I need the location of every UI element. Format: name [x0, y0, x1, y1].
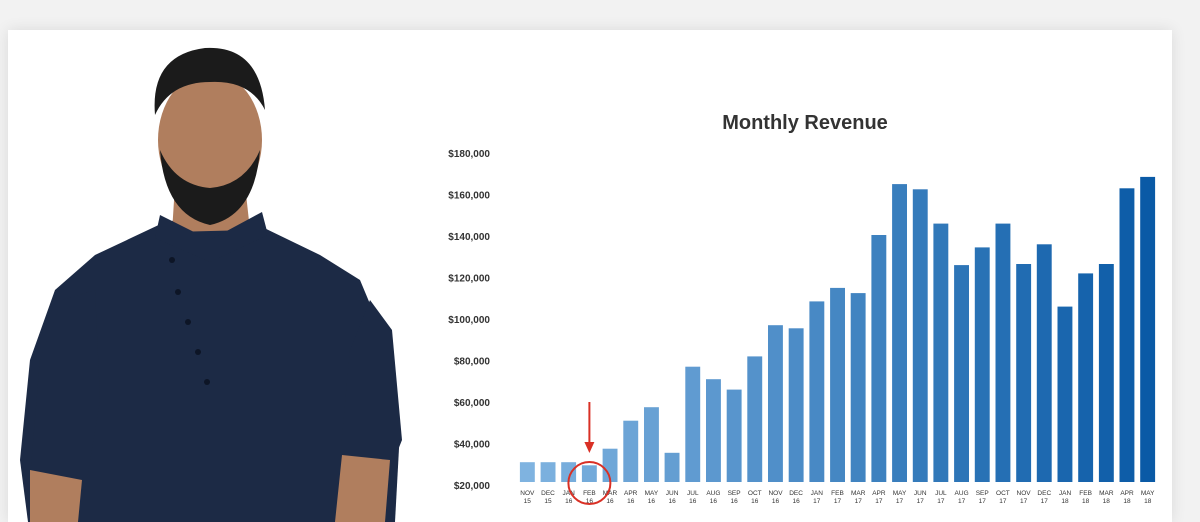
x-tick-label-month: APR [1120, 490, 1134, 497]
y-tick-label: $60,000 [454, 398, 491, 409]
bar [974, 247, 990, 482]
x-tick-label-month: FEB [1079, 490, 1092, 497]
x-tick-label-month: NOV [520, 490, 535, 497]
x-tick-label-year: 16 [792, 498, 800, 505]
bar [1016, 264, 1032, 482]
x-tick-label-year: 16 [606, 498, 614, 505]
x-tick-label-year: 18 [1061, 498, 1069, 505]
bar [809, 301, 825, 482]
x-tick-label-month: MAY [645, 490, 659, 497]
x-tick-label-year: 16 [772, 498, 780, 505]
bar [581, 465, 597, 482]
x-tick-label-month: JUN [914, 490, 927, 497]
x-tick-label-month: FEB [583, 490, 596, 497]
bar [664, 452, 680, 482]
bar [706, 379, 721, 482]
x-tick-label-year: 18 [1144, 498, 1152, 505]
x-tick-label-year: 18 [1123, 498, 1131, 505]
x-tick-label-year: 17 [834, 498, 842, 505]
bar [1119, 188, 1135, 483]
x-tick-label-month: AUG [706, 490, 720, 497]
x-tick-label-month: AUG [955, 490, 969, 497]
bar [644, 407, 659, 482]
x-tick-label-month: OCT [996, 490, 1010, 497]
x-tick-label-year: 17 [937, 498, 945, 505]
y-tick-label: $140,000 [448, 232, 490, 243]
x-tick-label-year: 18 [1103, 498, 1111, 505]
x-tick-label-month: JUL [687, 490, 699, 497]
x-tick-label-month: SEP [728, 490, 741, 497]
bar [871, 235, 887, 482]
x-tick-label-month: NOV [768, 490, 783, 497]
annotation-arrow-head [584, 442, 595, 453]
y-tick-label: $100,000 [448, 315, 490, 326]
bar [1057, 306, 1073, 482]
x-tick-label-year: 16 [751, 498, 759, 505]
bar [768, 325, 783, 482]
x-tick-label-year: 17 [855, 498, 863, 505]
bar [1140, 176, 1156, 482]
y-tick-label: $160,000 [448, 191, 490, 202]
y-tick-label: $80,000 [454, 357, 491, 368]
x-tick-label-month: JUN [666, 490, 679, 497]
x-tick-label-year: 17 [999, 498, 1007, 505]
x-tick-label-month: MAY [893, 490, 907, 497]
bar [850, 293, 866, 482]
x-tick-label-month: DEC [789, 490, 803, 497]
x-tick-label-month: SEP [976, 490, 989, 497]
bar [788, 328, 804, 482]
x-tick-label-month: JUL [935, 490, 947, 497]
bar-chart: $20,000 $40,000 $60,000 $80,000 $100,000 $120… [448, 149, 1156, 505]
x-tick-label-month: DEC [1037, 490, 1051, 497]
bar [540, 462, 556, 482]
x-tick-label-year: 17 [1041, 498, 1049, 505]
y-tick-label: $120,000 [448, 274, 490, 285]
y-tick-label: $20,000 [454, 481, 491, 492]
bar [912, 189, 928, 483]
x-tick-label-year: 17 [1020, 498, 1028, 505]
bar [726, 389, 742, 482]
x-tick-label-year: 15 [544, 498, 552, 505]
x-tick-label-month: OCT [748, 490, 762, 497]
x-tick-label-year: 16 [730, 498, 738, 505]
bar [519, 462, 535, 482]
bar [1098, 264, 1114, 482]
x-tick-label-month: NOV [1017, 490, 1032, 497]
bar [623, 420, 639, 482]
bar [830, 287, 845, 482]
x-tick-label-month: APR [872, 490, 886, 497]
x-tick-label-month: JAN [1059, 490, 1072, 497]
bar [995, 223, 1011, 482]
bar [892, 184, 907, 482]
x-tick-label-month: APR [624, 490, 638, 497]
x-tick-label-year: 16 [689, 498, 697, 505]
y-tick-label: $180,000 [448, 149, 490, 160]
x-tick-label-year: 17 [813, 498, 821, 505]
bar [685, 366, 701, 482]
x-tick-label-month: FEB [831, 490, 844, 497]
x-tick-label-year: 15 [524, 498, 532, 505]
x-tick-label-month: MAY [1141, 490, 1155, 497]
x-tick-label-year: 16 [565, 498, 573, 505]
x-tick-label-year: 16 [648, 498, 656, 505]
x-tick-label-month: JAN [811, 490, 824, 497]
x-tick-label-year: 18 [1082, 498, 1090, 505]
x-tick-label-year: 17 [896, 498, 904, 505]
x-tick-label-year: 16 [627, 498, 635, 505]
x-tick-label-year: 17 [875, 498, 883, 505]
x-tick-label-year: 16 [710, 498, 718, 505]
x-tick-label-year: 17 [979, 498, 987, 505]
x-tick-label-year: 17 [917, 498, 925, 505]
y-tick-label: $40,000 [454, 440, 491, 451]
x-tick-label-year: 16 [668, 498, 676, 505]
bar [1078, 273, 1094, 482]
bar [933, 223, 949, 482]
bar [954, 265, 969, 482]
x-tick-label-year: 17 [958, 498, 966, 505]
x-tick-label-month: MAR [851, 490, 866, 497]
x-tick-label-month: DEC [541, 490, 555, 497]
bar [747, 356, 763, 482]
x-tick-label-month: MAR [1099, 490, 1114, 497]
bar [1036, 244, 1052, 482]
